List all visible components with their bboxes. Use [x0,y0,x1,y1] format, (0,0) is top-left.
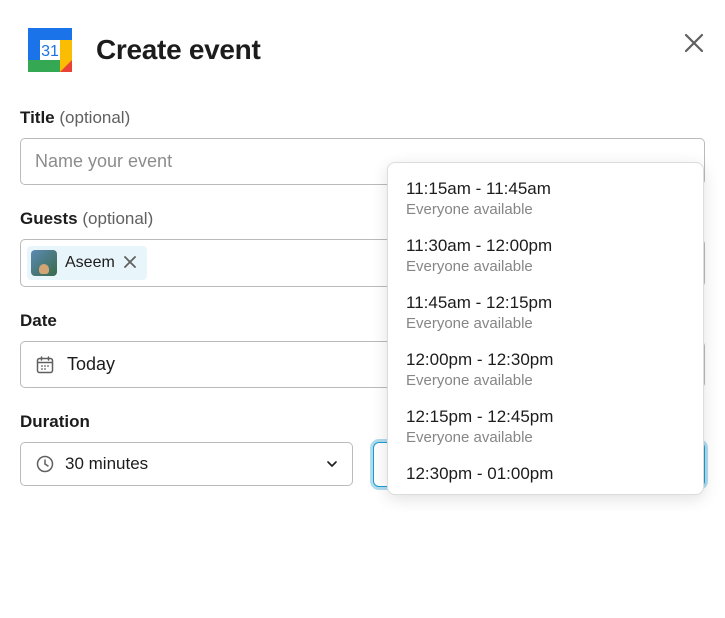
duration-section: Duration 30 minutes [20,412,353,487]
guests-optional-text: (optional) [82,209,153,228]
avatar [31,250,57,276]
time-option-availability: Everyone available [406,201,685,218]
guest-chip: Aseem [27,246,147,280]
calendar-icon [35,355,55,375]
time-option-availability: Everyone available [406,372,685,389]
guest-chip-name: Aseem [65,254,115,272]
time-option-availability: Everyone available [406,429,685,446]
guests-label-text: Guests [20,209,78,228]
clock-icon [35,454,55,474]
time-option[interactable]: 11:45am - 12:15pm Everyone available [388,285,703,342]
dialog-title: Create event [96,34,260,66]
svg-text:31: 31 [41,43,59,60]
close-icon [123,255,137,269]
title-label: Title (optional) [20,108,705,128]
time-option[interactable]: 11:15am - 11:45am Everyone available [388,171,703,228]
time-option-range: 11:30am - 12:00pm [406,236,685,256]
time-option-range: 12:15pm - 12:45pm [406,407,685,427]
google-calendar-icon: 31 [20,20,80,80]
time-option[interactable]: 11:30am - 12:00pm Everyone available [388,228,703,285]
time-option-availability: Everyone available [406,258,685,275]
time-option-availability: Everyone available [406,315,685,332]
chevron-down-icon [326,458,338,470]
date-value: Today [67,354,115,375]
time-option[interactable]: 12:00pm - 12:30pm Everyone available [388,342,703,399]
title-optional-text: (optional) [59,108,130,127]
time-option[interactable]: 12:15pm - 12:45pm Everyone available [388,399,703,456]
title-label-text: Title [20,108,55,127]
time-option-range: 12:30pm - 01:00pm [406,464,685,484]
time-option-range: 11:15am - 11:45am [406,179,685,199]
close-button[interactable] [683,32,705,59]
time-option[interactable]: 12:30pm - 01:00pm [388,456,703,484]
duration-select[interactable]: 30 minutes [20,442,353,486]
time-option-range: 12:00pm - 12:30pm [406,350,685,370]
duration-label: Duration [20,412,353,432]
remove-guest-button[interactable] [121,253,139,274]
time-option-range: 11:45am - 12:15pm [406,293,685,313]
dialog-header: 31 Create event [20,20,705,80]
close-icon [683,32,705,54]
time-options-dropdown: 11:15am - 11:45am Everyone available 11:… [387,162,704,495]
duration-value: 30 minutes [65,454,320,474]
